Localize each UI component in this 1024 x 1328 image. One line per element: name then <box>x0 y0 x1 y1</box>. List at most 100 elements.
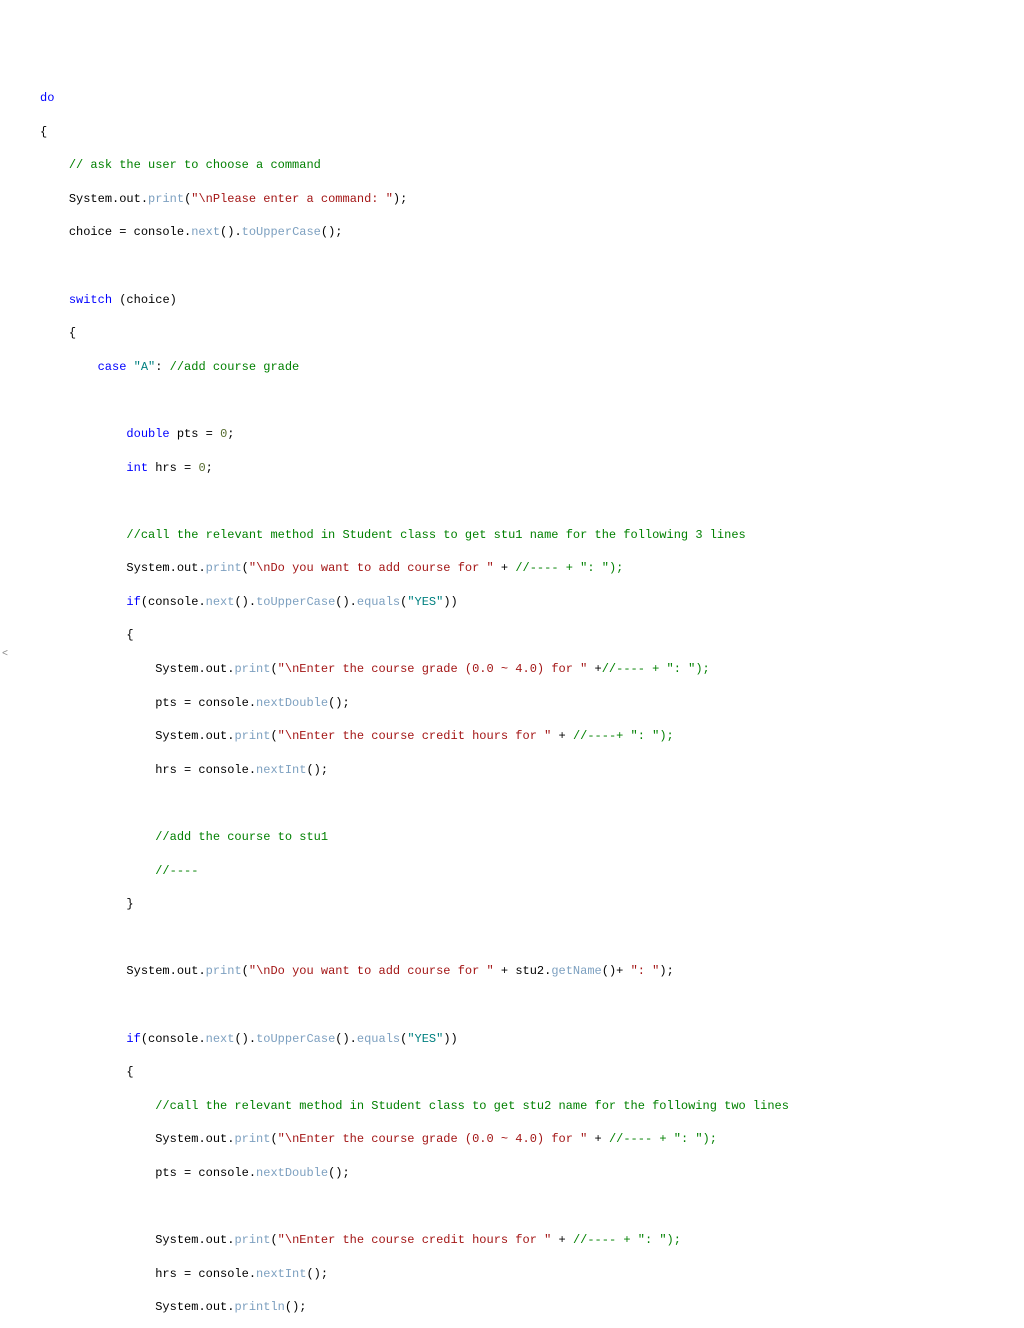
code-line: case "A": //add course grade <box>40 359 1014 376</box>
keyword-double: double <box>126 427 169 441</box>
blank-line <box>40 1199 1014 1216</box>
blank-line <box>40 493 1014 510</box>
keyword-do: do <box>40 91 54 105</box>
expr: choice = console. <box>69 225 191 239</box>
keyword-switch: switch <box>69 293 112 307</box>
ident: System <box>155 1300 198 1314</box>
paren: ( <box>242 964 249 978</box>
comment-tail: //----+ ": "); <box>573 729 674 743</box>
code-line: { <box>40 1064 1014 1081</box>
op: + <box>587 662 601 676</box>
op: + <box>551 1233 573 1247</box>
dot: (). <box>335 595 357 609</box>
op: ()+ <box>602 964 631 978</box>
keyword-if: if <box>126 595 140 609</box>
comment: //add course grade <box>170 360 300 374</box>
code-line: { <box>40 627 1014 644</box>
comment-tail: //---- + ": "); <box>602 662 710 676</box>
keyword-int: int <box>126 461 148 475</box>
comment: // ask the user to choose a command <box>69 158 321 172</box>
paren: ( <box>270 1132 277 1146</box>
blank-line <box>40 258 1014 275</box>
method-print: print <box>148 192 184 206</box>
code-line: hrs = console.nextInt(); <box>40 762 1014 779</box>
method-equals: equals <box>357 595 400 609</box>
method-print: print <box>234 662 270 676</box>
dot: .out. <box>198 1300 234 1314</box>
method-nextdouble: nextDouble <box>256 696 328 710</box>
expr: pts = <box>170 427 220 441</box>
string: "\nDo you want to add course for " <box>249 964 494 978</box>
code-line: System.out.print("\nDo you want to add c… <box>40 963 1014 980</box>
code-line: pts = console.nextDouble(); <box>40 1165 1014 1182</box>
string: "\nEnter the course credit hours for " <box>278 1233 552 1247</box>
paren: (); <box>306 1267 328 1281</box>
colon: : <box>155 360 169 374</box>
paren: ( <box>270 662 277 676</box>
method-next: next <box>206 595 235 609</box>
expr: hrs = console. <box>155 1267 256 1281</box>
code-line: if(console.next().toUpperCase().equals("… <box>40 594 1014 611</box>
paren: )) <box>443 1032 457 1046</box>
expr: (console. <box>141 595 206 609</box>
expr: pts = console. <box>155 696 256 710</box>
number: 0 <box>198 461 205 475</box>
string: "\nEnter the course credit hours for " <box>278 729 552 743</box>
method-print: print <box>206 561 242 575</box>
code-line: System.out.print("\nDo you want to add c… <box>40 560 1014 577</box>
blank-line <box>40 930 1014 947</box>
method-touppercase: toUpperCase <box>256 595 335 609</box>
paren: ( <box>400 1032 407 1046</box>
code-line: do <box>40 90 1014 107</box>
op: + stu2. <box>494 964 552 978</box>
method-println: println <box>234 1300 284 1314</box>
paren: (); <box>285 1300 307 1314</box>
dot: (). <box>234 595 256 609</box>
comment: //call the relevant method in Student cl… <box>155 1099 789 1113</box>
code-line: double pts = 0; <box>40 426 1014 443</box>
method-touppercase: toUpperCase <box>242 225 321 239</box>
comment: //---- <box>155 864 198 878</box>
expr: hrs = console. <box>155 763 256 777</box>
method-getname: getName <box>551 964 601 978</box>
code-line: hrs = console.nextInt(); <box>40 1266 1014 1283</box>
method-next: next <box>191 225 220 239</box>
method-touppercase: toUpperCase <box>256 1032 335 1046</box>
blank-line <box>40 997 1014 1014</box>
code-line: System.out.print("\nEnter the course cre… <box>40 1232 1014 1249</box>
brace: { <box>69 326 76 340</box>
dot: .out. <box>170 561 206 575</box>
comment: //add the course to stu1 <box>155 830 328 844</box>
dot: .out. <box>198 729 234 743</box>
yes-literal: "YES" <box>407 595 443 609</box>
ident: System <box>126 561 169 575</box>
paren: ); <box>659 964 673 978</box>
ident: System <box>155 729 198 743</box>
method-print: print <box>234 1132 270 1146</box>
ident: System <box>126 964 169 978</box>
ident: System <box>69 192 112 206</box>
method-print: print <box>206 964 242 978</box>
string: "\nDo you want to add course for " <box>249 561 494 575</box>
brace: { <box>126 1065 133 1079</box>
expr: (choice) <box>112 293 177 307</box>
code-line: //call the relevant method in Student cl… <box>40 1098 1014 1115</box>
paren: (); <box>321 225 343 239</box>
ident: System <box>155 662 198 676</box>
expr: pts = console. <box>155 1166 256 1180</box>
op: + <box>551 729 573 743</box>
code-line: //add the course to stu1 <box>40 829 1014 846</box>
code-line: //---- <box>40 863 1014 880</box>
case-literal: "A" <box>134 360 156 374</box>
code-line: pts = console.nextDouble(); <box>40 695 1014 712</box>
string: "\nEnter the course grade (0.0 ~ 4.0) fo… <box>278 662 588 676</box>
brace: { <box>126 628 133 642</box>
dot: (). <box>234 1032 256 1046</box>
ident: System <box>155 1233 198 1247</box>
ident: System <box>155 1132 198 1146</box>
comment: //call the relevant method in Student cl… <box>126 528 745 542</box>
method-nextint: nextInt <box>256 763 306 777</box>
paren: ); <box>393 192 407 206</box>
blank-line <box>40 795 1014 812</box>
keyword-if: if <box>126 1032 140 1046</box>
